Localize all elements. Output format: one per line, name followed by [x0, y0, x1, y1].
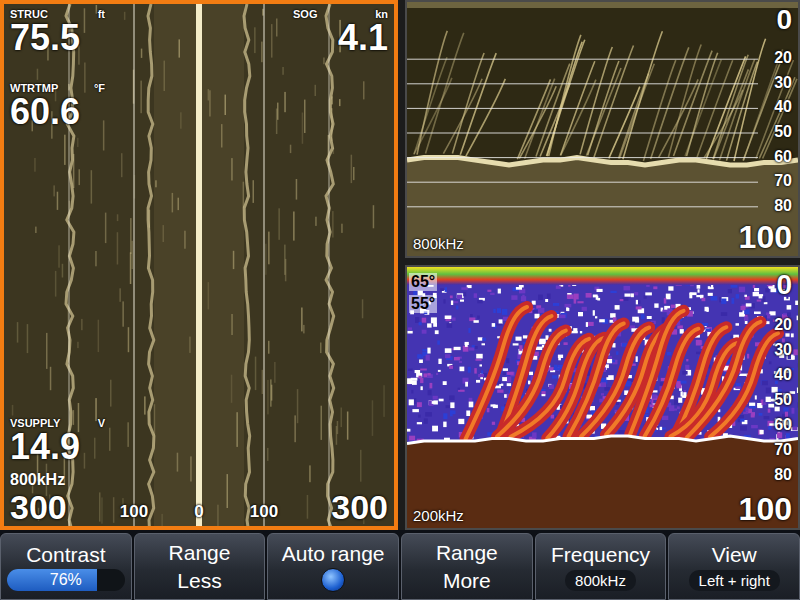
depth-label: 80	[774, 197, 792, 215]
depth-label: 20	[774, 316, 792, 334]
display-area: STRUCft75.5 WTRTMP°F60.6 VSUPPLYV14.9 800kH…	[0, 0, 800, 530]
softkey-bar: Contrast76%RangeLessAuto rangeRangeMoreF…	[0, 530, 800, 600]
toggle-indicator-icon	[321, 568, 345, 592]
sidescan-panel[interactable]: STRUCft75.5 WTRTMP°F60.6 VSUPPLYV14.9 800kH…	[0, 0, 398, 530]
voltage-readout: VSUPPLYV14.9	[10, 417, 105, 465]
depth-label: 0	[776, 269, 792, 301]
depth-label: 80	[774, 466, 792, 484]
depth-label: 30	[774, 74, 792, 92]
softkey[interactable]: RangeLess	[134, 533, 266, 600]
sidescan-readouts: STRUCft75.5 WTRTMP°F60.6 VSUPPLYV14.9 800kH…	[4, 4, 394, 526]
sog-readout: SOGkn4.1	[293, 8, 388, 56]
depth-label: 50	[774, 391, 792, 409]
water-temp-readout: WTRTMP°F60.6	[10, 82, 105, 130]
softkey[interactable]: Auto range	[267, 533, 399, 600]
downscan-frequency: 800kHz	[413, 235, 464, 252]
depth-label: 60	[774, 416, 792, 434]
depth-label: 70	[774, 441, 792, 459]
depth-label: 0	[776, 4, 792, 36]
contrast-slider[interactable]: 76%	[7, 569, 125, 591]
depth-label: 20	[774, 49, 792, 67]
depth-label: 60	[774, 148, 792, 166]
sonar-panel[interactable]: 65°55°020304050607080200kHz100	[405, 265, 800, 530]
temperature-label: 55°	[409, 295, 437, 313]
depth-label: 40	[774, 98, 792, 116]
softkey[interactable]: RangeMore	[401, 533, 533, 600]
depth-label: 40	[774, 366, 792, 384]
downscan-range: 100	[739, 219, 792, 256]
struc-readout: STRUCft75.5	[10, 8, 105, 56]
downscan-image	[407, 2, 798, 256]
softkey[interactable]: Frequency800kHz	[535, 533, 667, 600]
sidescan-range-right: 300	[293, 489, 388, 526]
fishfinder-screen: STRUCft75.5 WTRTMP°F60.6 VSUPPLYV14.9 800kH…	[0, 0, 800, 600]
sonar-range: 100	[739, 491, 792, 528]
scale-label: 0	[194, 502, 203, 522]
scale-label: 100	[120, 502, 148, 522]
right-panels: 020304050607080800kHz10065°55°0203040506…	[405, 0, 800, 530]
softkey[interactable]: Contrast76%	[0, 533, 132, 600]
depth-label: 70	[774, 172, 792, 190]
sidescan-range-left: 300	[10, 489, 105, 526]
downscan-panel[interactable]: 0 20 30 40 50 60 70 80 800kHz 100	[405, 0, 800, 258]
temperature-labels: 65°55°	[409, 273, 437, 313]
scale-label: 100	[250, 502, 278, 522]
sonar-frequency: 200kHz	[413, 507, 464, 524]
depth-label: 50	[774, 123, 792, 141]
softkey[interactable]: ViewLeft + right	[668, 533, 800, 600]
depth-label: 30	[774, 341, 792, 359]
temperature-label: 65°	[409, 273, 437, 291]
sidescan-frequency: 800kHz	[10, 471, 105, 489]
sonar-image	[407, 267, 798, 528]
